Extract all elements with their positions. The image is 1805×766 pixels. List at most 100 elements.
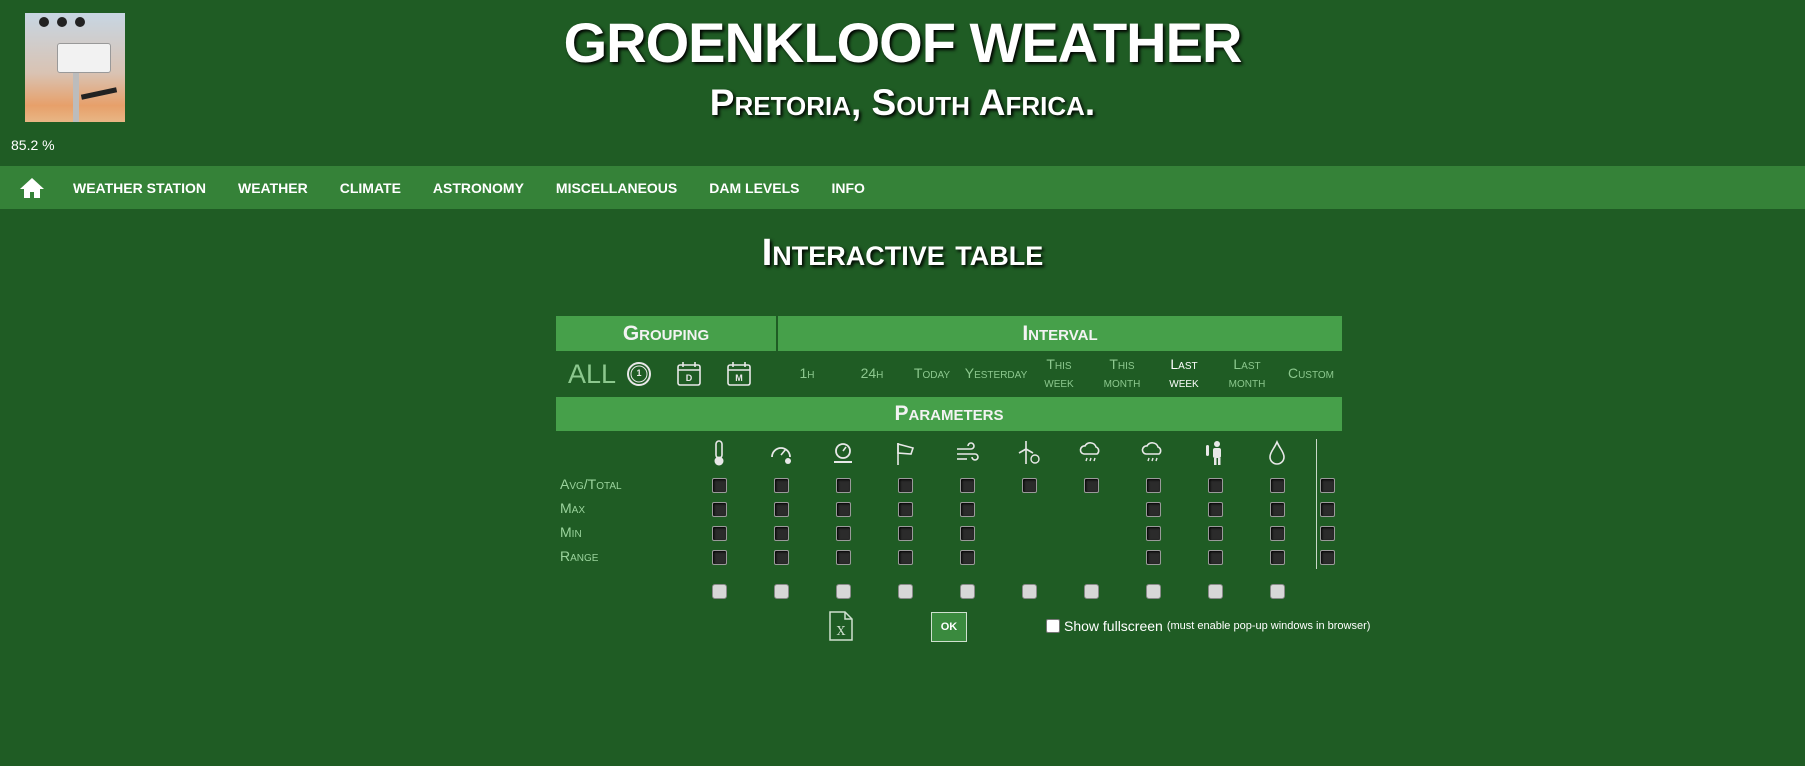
nav-miscellaneous[interactable]: MISCELLANEOUS [556,180,677,196]
parameter-checkbox[interactable] [1208,478,1223,493]
parameter-checkbox[interactable] [1208,502,1223,517]
parameter-checkbox[interactable] [836,502,851,517]
site-subtitle: Pretoria, South Africa. [709,82,1096,123]
parameter-checkbox[interactable] [774,478,789,493]
nav-info[interactable]: INFO [832,180,865,196]
parameter-checkbox[interactable] [1208,526,1223,541]
grouping-header: Grouping [556,316,776,351]
parameter-checkbox[interactable] [1146,526,1161,541]
pressure-gauge-icon [769,439,793,467]
parameter-checkbox[interactable] [774,526,789,541]
column-select-checkbox[interactable] [1022,584,1037,599]
home-icon[interactable] [18,176,46,200]
parameter-checkbox[interactable] [1320,550,1335,565]
column-select-checkbox[interactable] [774,584,789,599]
interval-option[interactable]: Last week [1148,355,1220,391]
parameter-checkbox[interactable] [898,478,913,493]
parameter-checkbox[interactable] [1320,526,1335,541]
interval-label: Today [913,365,951,381]
svg-text:X: X [837,624,846,638]
parameter-checkbox[interactable] [1146,502,1161,517]
main-nav: WEATHER STATION WEATHER CLIMATE ASTRONOM… [0,166,1805,209]
grouping-icon-letter: 1 [636,368,642,378]
parameter-checkbox[interactable] [712,478,727,493]
parameter-checkbox[interactable] [960,502,975,517]
interval-option[interactable]: Last month [1211,355,1283,391]
wind-turbine-icon [1017,439,1041,467]
table-footer: X OK Show fullscreen (must enable pop-up… [0,611,1805,642]
ok-button[interactable]: OK [931,612,967,642]
parameter-checkbox[interactable] [774,502,789,517]
parameter-checkbox[interactable] [712,550,727,565]
parameter-checkbox[interactable] [1270,550,1285,565]
column-select-checkbox[interactable] [712,584,727,599]
parameter-checkbox[interactable] [836,526,851,541]
parameter-checkbox[interactable] [1320,478,1335,493]
parameter-checkbox[interactable] [898,502,913,517]
parameter-checkbox[interactable] [1022,478,1037,493]
nav-climate[interactable]: CLIMATE [340,180,401,196]
column-select-checkbox[interactable] [836,584,851,599]
parameter-checkbox[interactable] [774,550,789,565]
parameter-checkbox[interactable] [1270,526,1285,541]
row-label: Max [560,500,586,516]
interval-label: 1h [799,365,815,381]
interval-label: Custom [1287,365,1335,381]
parameter-checkbox[interactable] [1146,478,1161,493]
calendar-day-icon[interactable]: D [676,361,702,387]
parameter-checkbox[interactable] [898,550,913,565]
interval-option[interactable]: This week [1023,355,1095,391]
fullscreen-label: Show fullscreen [1064,618,1163,634]
parameter-checkbox[interactable] [1146,550,1161,565]
parameter-checkbox[interactable] [836,550,851,565]
fullscreen-checkbox[interactable] [1046,619,1060,633]
interval-option[interactable]: 1h [771,364,843,382]
parameter-checkbox[interactable] [836,478,851,493]
interval-label-line2: week [1169,374,1199,390]
excel-export-icon[interactable]: X [828,611,854,641]
interval-label: This [1046,356,1072,372]
parameter-checkbox[interactable] [1084,478,1099,493]
interval-option[interactable]: Yesterday [960,364,1032,382]
column-select-checkbox[interactable] [960,584,975,599]
column-select-checkbox[interactable] [1146,584,1161,599]
thermometer-icon [707,439,731,467]
parameter-checkbox[interactable] [1270,478,1285,493]
nav-astronomy[interactable]: ASTRONOMY [433,180,524,196]
grouping-all[interactable]: ALL [568,359,616,390]
parameter-checkbox[interactable] [1270,502,1285,517]
parameters-header: Parameters [556,397,1342,431]
row-label: Min [560,524,582,540]
column-select-checkbox[interactable] [898,584,913,599]
column-divider [1316,439,1317,569]
percentage-readout: 85.2 % [11,137,55,153]
parameter-checkbox[interactable] [960,526,975,541]
interval-label: Yesterday [964,365,1028,381]
column-select-checkbox[interactable] [1084,584,1099,599]
parameter-checkbox[interactable] [712,502,727,517]
grouping-icon-letter: D [685,373,693,383]
parameter-checkbox[interactable] [1208,550,1223,565]
interval-option[interactable]: Today [896,364,968,382]
column-select-checkbox[interactable] [1208,584,1223,599]
parameter-checkbox[interactable] [960,550,975,565]
interactive-table-panel: Grouping Interval ALL 1 D M 1h 24h Today Yeste… [556,316,1342,611]
parameter-checkbox[interactable] [960,478,975,493]
clock-icon[interactable]: 1 [626,361,652,387]
parameter-checkbox[interactable] [1320,502,1335,517]
rain-cloud-icon [1079,439,1103,467]
interval-header: Interval [778,316,1342,351]
fullscreen-note: (must enable pop-up windows in browser) [1166,620,1371,632]
calendar-month-icon[interactable]: M [726,361,752,387]
column-select-checkbox[interactable] [1270,584,1285,599]
parameter-checkbox[interactable] [898,526,913,541]
page-title: Interactive table [761,232,1044,274]
interval-option[interactable]: Custom [1275,364,1347,382]
nav-weather[interactable]: WEATHER [238,180,308,196]
wind-icon [955,439,979,467]
site-title: GROENKLOOF WEATHER [563,11,1243,74]
nav-weather-station[interactable]: WEATHER STATION [73,180,206,196]
parameter-checkbox[interactable] [712,526,727,541]
nav-dam-levels[interactable]: DAM LEVELS [709,180,799,196]
options-row: ALL 1 D M 1h 24h Today Yesterday This week This mo… [556,351,1342,397]
